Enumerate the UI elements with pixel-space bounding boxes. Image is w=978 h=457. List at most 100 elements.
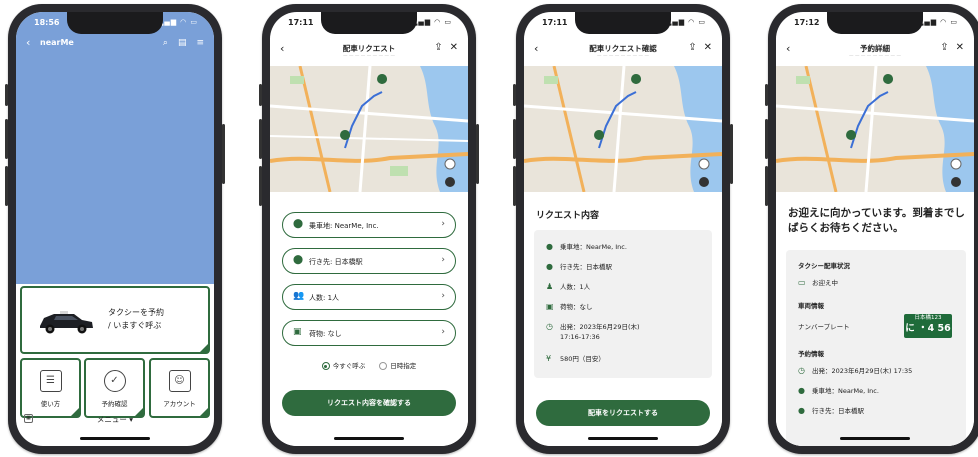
reservation-check-button[interactable]: ✓ 予約確認	[84, 358, 145, 418]
close-icon[interactable]: ✕	[704, 42, 712, 53]
list-icon: ☰	[39, 370, 62, 392]
timing-radio-group: 今すぐ呼ぶ 日時指定	[270, 360, 468, 370]
luggage-icon: ▣	[293, 327, 302, 337]
pin-icon: ●	[798, 406, 805, 415]
search-icon[interactable]: ⌕	[163, 38, 168, 48]
destination-field[interactable]: ⬤ 行き先: 日本橋駅 ›	[282, 248, 456, 274]
close-icon[interactable]: ✕	[450, 42, 458, 53]
status-time: 17:11	[542, 18, 568, 27]
back-icon[interactable]: ‹	[26, 36, 30, 49]
request-dispatch-button[interactable]: 配車をリクエストする	[536, 400, 710, 426]
radio-scheduled[interactable]: 日時指定	[379, 360, 416, 370]
route-map[interactable]	[776, 66, 974, 192]
confirm-request-button[interactable]: リクエスト内容を確認する	[282, 390, 456, 416]
chevron-right-icon: ›	[441, 327, 445, 337]
passengers-label: 人数: 1人	[309, 294, 340, 302]
screen-header: ‹ 配車リクエスト — — — — — — — — — ⇪ ✕	[270, 38, 468, 66]
details-screen: 17:12 ▂▄▆ ◠ ▭ ‹ 予約詳細 — — — — — — — — — ⇪…	[776, 12, 974, 446]
summary-departure: ◷ 出発：2023年6月29日(木) 17:16-17:36	[546, 322, 640, 341]
top-nav: ‹ nearMe ⌕ ▤ ≡	[16, 36, 214, 56]
taxi-icon	[40, 311, 93, 334]
account-label: アカウント	[163, 400, 196, 408]
luggage-label: 荷物: なし	[309, 330, 342, 338]
res-destination: ● 行き先：日本橋駅	[798, 406, 864, 415]
license-plate: 日本橋123 に ・4 56	[904, 314, 952, 338]
signal-icon: ▂▄▆ ◠ ▭	[157, 18, 198, 26]
check-icon: ✓	[103, 370, 126, 392]
how-to-button[interactable]: ☰ 使い方	[20, 358, 81, 418]
dispatch-status-value: ▭ お迎え中	[798, 278, 838, 287]
book-label-line1: タクシーを予約	[108, 308, 164, 317]
screen-header: ‹ 配車リクエスト確認 — — — — — — — — — ⇪ ✕	[524, 38, 722, 66]
pin-icon: ●	[546, 242, 553, 251]
chevron-right-icon: ›	[441, 291, 445, 301]
luggage-field[interactable]: ▣ 荷物: なし ›	[282, 320, 456, 346]
car-icon: ▭	[798, 278, 806, 287]
luggage-icon: ▣	[546, 302, 554, 311]
request-summary-card: ● 乗車地：NearMe, Inc. ● 行き先：日本橋駅 ♟ 人数：1人 ▣ 荷物：な…	[534, 230, 712, 378]
phone-request: 17:11 ▂▄▆ ◠ ▭ ‹ 配車リクエスト — — — — — — — — …	[259, 4, 479, 454]
calendar-icon[interactable]: ▤	[178, 38, 187, 48]
res-pickup: ● 乗車地：NearMe, Inc.	[798, 386, 879, 395]
phone-home: 18:56 ▂▄▆ ◠ ▭ ‹ nearMe ⌕ ▤ ≡ タクシーを予約 / い…	[5, 4, 225, 454]
yen-icon: ¥	[546, 354, 552, 363]
pin-icon: ⬤	[293, 219, 304, 229]
clock-icon: ◷	[546, 322, 553, 331]
phone-details: 17:12 ▂▄▆ ◠ ▭ ‹ 予約詳細 — — — — — — — — — ⇪…	[765, 4, 978, 454]
details-card: タクシー配車状況 ▭ お迎え中 車両情報 ナンバープレート 日本橋123 に ・4…	[786, 250, 966, 446]
how-to-label: 使い方	[40, 400, 61, 408]
home-indicator	[80, 437, 150, 440]
route-map[interactable]	[270, 66, 468, 192]
screen-header: ‹ 予約詳細 — — — — — — — — — ⇪ ✕	[776, 38, 974, 66]
people-icon: 👥	[293, 291, 305, 301]
pickup-label: 乗車地: NearMe, Inc.	[309, 222, 379, 230]
summary-pickup: ● 乗車地：NearMe, Inc.	[546, 242, 627, 251]
summary-destination: ● 行き先：日本橋駅	[546, 262, 612, 271]
radio-now[interactable]: 今すぐ呼ぶ	[321, 360, 365, 370]
account-button[interactable]: ☺ アカウント	[149, 358, 210, 418]
menu-icon[interactable]: ≡	[196, 38, 204, 48]
close-icon[interactable]: ✕	[956, 42, 964, 53]
signal-icon: ▂▄▆ ◠ ▭	[665, 18, 706, 26]
confirm-screen: 17:11 ▂▄▆ ◠ ▭ ‹ 配車リクエスト確認 — — — — — — — …	[524, 12, 722, 446]
chevron-right-icon: ›	[441, 219, 445, 229]
menu-bar[interactable]: ▦ メニュー ▾	[16, 414, 214, 428]
share-icon[interactable]: ⇪	[688, 42, 696, 53]
summary-passengers: ♟ 人数：1人	[546, 282, 591, 291]
pin-icon: ●	[546, 262, 553, 271]
chevron-right-icon: ›	[441, 255, 445, 265]
status-time: 17:12	[794, 18, 820, 27]
summary-fare: ¥580円（目安）	[546, 354, 605, 363]
share-icon[interactable]: ⇪	[434, 42, 442, 53]
people-icon: ♟	[546, 282, 554, 291]
menu-label: メニュー	[96, 415, 127, 424]
signal-icon: ▂▄▆ ◠ ▭	[411, 18, 452, 26]
pin-icon: ⬤	[293, 255, 304, 265]
status-headline: お迎えに向かっています。到着までしばらくお待ちください。	[788, 207, 965, 234]
brand-logo: nearMe	[40, 38, 74, 47]
destination-label: 行き先: 日本橋駅	[309, 258, 363, 266]
dispatch-status-label: タクシー配車状況	[798, 262, 850, 270]
reservation-check-label: 予約確認	[101, 400, 128, 408]
status-time: 17:11	[288, 18, 314, 27]
phone-confirm: 17:11 ▂▄▆ ◠ ▭ ‹ 配車リクエスト確認 — — — — — — — …	[513, 4, 733, 454]
passengers-field[interactable]: 👥 人数: 1人 ›	[282, 284, 456, 310]
reservation-label: 予約情報	[798, 350, 824, 358]
profile-icon: ☺	[168, 370, 191, 392]
share-icon[interactable]: ⇪	[940, 42, 948, 53]
route-map[interactable]	[524, 66, 722, 192]
status-time: 18:56	[34, 18, 60, 27]
signal-icon: ▂▄▆ ◠ ▭	[917, 18, 958, 26]
request-screen: 17:11 ▂▄▆ ◠ ▭ ‹ 配車リクエスト — — — — — — — — …	[270, 12, 468, 446]
res-departure: ◷ 出発：2023年6月29日(木) 17:35	[798, 366, 913, 375]
book-label-line2: / いますぐ呼ぶ	[108, 321, 162, 330]
book-taxi-button[interactable]: タクシーを予約 / いますぐ呼ぶ	[20, 286, 210, 354]
clock-icon: ◷	[798, 366, 805, 375]
summary-luggage: ▣ 荷物：なし	[546, 302, 593, 311]
pin-icon: ●	[798, 386, 805, 395]
home-screen: 18:56 ▂▄▆ ◠ ▭ ‹ nearMe ⌕ ▤ ≡ タクシーを予約 / い…	[16, 12, 214, 446]
pickup-field[interactable]: ⬤ 乗車地: NearMe, Inc. ›	[282, 212, 456, 238]
notch	[67, 12, 163, 34]
vehicle-label: 車両情報	[798, 302, 824, 310]
section-title: リクエスト内容	[536, 211, 600, 221]
